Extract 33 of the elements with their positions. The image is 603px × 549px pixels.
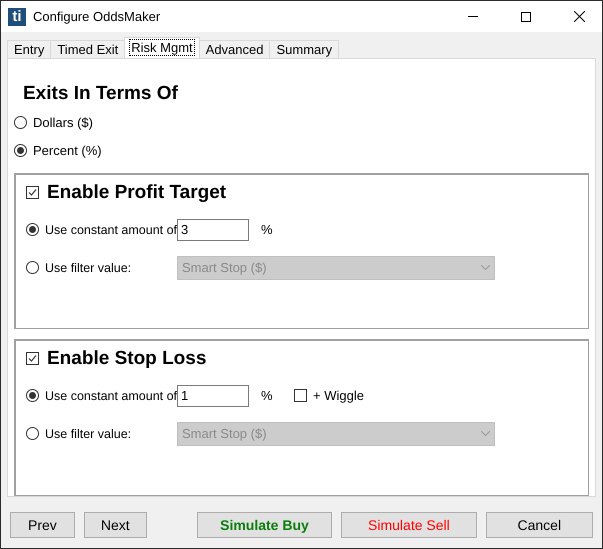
radio-button[interactable] [14, 116, 27, 130]
maximize-icon [521, 12, 531, 22]
unit-label: % [261, 222, 274, 238]
minimize-icon [468, 16, 478, 17]
dialog-button[interactable]: Cancel [486, 512, 593, 538]
tab[interactable]: Risk Mgmt [124, 37, 200, 58]
radio-label: Dollars ($) [33, 115, 93, 130]
unit-label: % [261, 388, 274, 404]
amount-field[interactable]: 1 [177, 384, 249, 407]
checkbox-label: Enable Stop Loss [47, 348, 206, 370]
checkbox-label: + Wiggle [313, 388, 364, 404]
dialog-button[interactable]: Prev [10, 512, 75, 538]
checkbox[interactable] [26, 186, 39, 200]
radio-button[interactable] [14, 144, 27, 158]
radio-label: Use filter value: [45, 426, 132, 441]
radio-label: Percent (%) [33, 143, 102, 158]
chevron-down-icon [481, 265, 490, 270]
close-icon [574, 11, 584, 22]
app-logo: ti [8, 8, 26, 26]
radio-label: Use filter value: [45, 260, 132, 275]
chevron-down-icon [481, 431, 490, 436]
section-heading: Exits In Terms Of [23, 83, 179, 105]
window-title: Configure OddsMaker [33, 9, 162, 24]
dialog-button[interactable]: Next [84, 512, 147, 538]
radio-button[interactable] [26, 223, 39, 236]
tab[interactable]: Entry [7, 40, 52, 58]
checkbox[interactable] [294, 389, 307, 402]
tab[interactable]: Summary [269, 40, 340, 58]
amount-field[interactable]: 3 [177, 218, 249, 241]
radio-button[interactable] [26, 389, 39, 402]
checkbox-label: Enable Profit Target [47, 182, 226, 204]
checkbox[interactable] [26, 352, 39, 366]
dialog-button[interactable]: Simulate Buy [196, 512, 332, 538]
